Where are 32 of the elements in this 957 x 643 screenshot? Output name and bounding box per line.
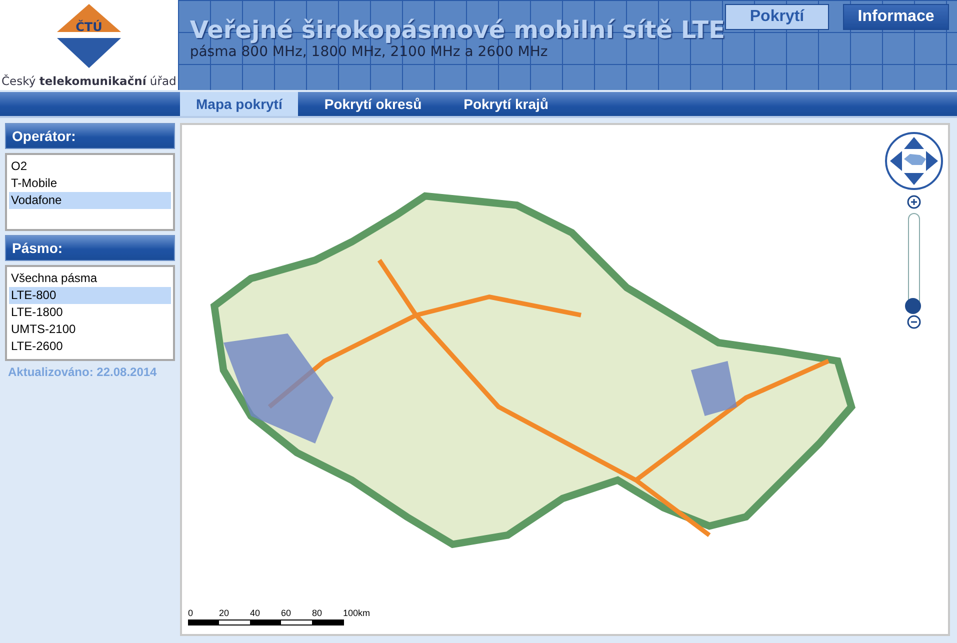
list-item[interactable]: T-Mobile [9,175,171,192]
list-item[interactable]: LTE-2600 [9,338,171,355]
header-button[interactable]: Pokrytí [725,4,829,30]
zoom-in-icon[interactable] [907,195,921,209]
pan-control-icon[interactable] [884,131,944,191]
zoom-slider-thumb[interactable] [905,298,921,314]
logo-mark-text: ČTÚ [76,20,102,34]
scale-label: 60 [281,608,292,618]
zoom-slider[interactable] [908,213,920,311]
nav-tab[interactable]: Mapa pokrytí [180,92,298,116]
nav-tab[interactable]: Pokrytí okresů [308,92,438,116]
nav-tab[interactable]: Pokrytí krajů [448,92,564,116]
page-subtitle: pásma 800 MHz, 1800 MHz, 2100 MHz a 2600 MHz [190,44,549,60]
update-date: Aktualizováno: 22.08.2014 [7,365,158,379]
scale-bar-icon [188,618,345,626]
zoom-out-icon[interactable] [907,315,921,329]
list-item[interactable]: O2 [9,158,171,175]
scale-label: 80 [312,608,324,618]
scale-label: 20 [219,608,230,618]
list-item[interactable]: UMTS-2100 [9,321,171,338]
list-item[interactable]: LTE-800 [9,287,171,304]
panel-title: Operátor: [5,123,175,149]
list-item[interactable]: Vodafone [9,192,171,209]
panel-title: Pásmo: [5,235,175,261]
scale-label: 100km [343,608,372,618]
list-item[interactable]: Všechna pásma [9,270,171,287]
scale-label: 40 [250,608,262,618]
list-item[interactable]: LTE-1800 [9,304,171,321]
scale-label: 0 [188,608,194,618]
page-title: Veřejné širokopásmové mobilní sítě LTE [190,16,725,44]
header-button[interactable]: Informace [843,4,949,30]
logo-text: Český telekomunikační úřad [2,74,176,88]
